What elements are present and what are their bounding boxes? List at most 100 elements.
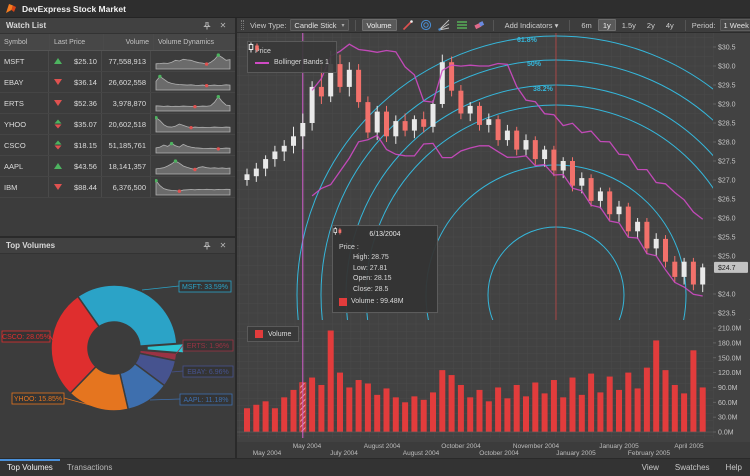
legend-bollinger-label: Bollinger Bands 1 [274,59,329,66]
last-price-cell: $18.15 [49,135,102,155]
range-button-1.5y[interactable]: 1.5y [617,19,641,31]
current-price-label: $24.7 [718,265,736,272]
price-tick-label: $25.0 [718,254,736,261]
table-row[interactable]: YHOO$35.0720,602,518 [0,114,235,135]
top-volumes-chart: MSFT: 33.59%ERTS: 1.96%EBAY: 6.96%AAPL: … [0,254,235,458]
tooltip-low: Low: 27.81 [339,264,431,275]
symbol-cell: IBM [0,177,49,197]
volume-chart-pane[interactable]: 210.0M180.0M150.0M120.0M90.0M60.0M30.0M0… [237,320,750,442]
tooltip-open: Open: 28.15 [339,274,431,285]
pie-slice-MSFT[interactable] [78,285,177,346]
watch-list-column-headers: Symbol Last Price Volume Volume Dynamics [0,34,235,51]
time-axis-label: January 2005 [556,450,595,457]
trend-line-tool-icon[interactable] [401,19,415,31]
add-indicators-button[interactable]: Add Indicators ▾ [500,19,564,31]
top-volumes-panel: Top Volumes ✕ MSFT: 33.59%ERTS: 1.96%EBA… [0,238,235,458]
bollinger-legend-swatch [255,62,269,64]
last-price-value: $18.15 [74,141,97,150]
price-tick-label: $27.5 [718,159,736,166]
title-bar: DevExpress Stock Market [0,0,750,18]
period-select[interactable]: 1 Week ▾ [720,19,750,31]
left-column: Watch List ✕ Symbol Last Price Volume Vo… [0,18,237,458]
volume-swatch [339,298,347,306]
status-link-swatches[interactable]: Swatches [667,463,718,472]
sparkline [155,52,231,70]
watch-list-header: Watch List ✕ [0,18,235,34]
column-header-last-price[interactable]: Last Price [50,34,104,50]
volume-swatch [255,330,263,338]
up-trend-icon [53,161,63,171]
fibonacci-fan-tool-icon[interactable] [437,19,451,31]
pie-callout-label: EBAY: 6.96% [187,369,229,376]
range-button-2y[interactable]: 2y [642,19,660,31]
time-axis-label: August 2004 [403,450,440,457]
last-price-value: $25.10 [74,57,97,66]
volume-cell: 6,376,500 [102,177,151,197]
last-price-cell: $52.36 [49,93,102,113]
last-price-value: $88.44 [74,183,97,192]
symbol-cell: AAPL [0,156,49,176]
status-link-help[interactable]: Help [718,463,750,472]
price-chart-svg[interactable]: 61.8%50%38.2%$30.5$30.0$29.5$29.0$28.5$2… [237,33,749,320]
last-price-cell: $25.10 [49,51,102,71]
eraser-tool-icon[interactable] [473,19,487,31]
column-header-symbol[interactable]: Symbol [0,34,50,50]
tab-top-volumes[interactable]: Top Volumes [0,459,60,476]
watch-list-rows: MSFT$25.1077,558,913EBAY$36.1426,602,558… [0,51,235,198]
price-tick-label: $29.0 [718,102,736,109]
table-row[interactable]: EBAY$36.1426,602,558 [0,72,235,93]
table-row[interactable]: ERTS$52.363,978,870 [0,93,235,114]
volume-cell: 51,185,761 [102,135,151,155]
top-volumes-title: Top Volumes [6,241,55,250]
table-row[interactable]: MSFT$25.1077,558,913 [0,51,235,72]
range-button-1y[interactable]: 1y [598,19,616,31]
column-header-volume-dynamics[interactable]: Volume Dynamics [154,34,235,50]
range-button-4y[interactable]: 4y [661,19,679,31]
volume-chart-svg[interactable]: 210.0M180.0M150.0M120.0M90.0M60.0M30.0M0… [237,320,749,442]
pie-callout-label: MSFT: 33.59% [182,284,228,291]
range-buttons: 6m1y1.5y2y4y [576,19,678,31]
chart-column: View Type: Candle Stick ▾ Volume [237,18,750,458]
volume-tick-label: 150.0M [718,355,742,362]
tooltip-volume: Volume : 99.48M [351,297,404,308]
price-chart-pane[interactable]: 61.8%50%38.2%$30.5$30.0$29.5$29.0$28.5$2… [237,33,750,320]
down-trend-icon [53,77,63,87]
view-type-select[interactable]: Candle Stick ▾ [290,19,348,31]
volume-toggle-button[interactable]: Volume [362,19,397,31]
status-link-view[interactable]: View [634,463,667,472]
volume-tick-label: 0.0M [718,430,734,437]
fibonacci-retracement-tool-icon[interactable] [455,19,469,31]
ellipse-tool-icon[interactable] [419,19,433,31]
close-icon[interactable]: ✕ [217,240,229,252]
volume-dynamics-cell [151,114,235,134]
mixed-trend-icon [53,140,63,150]
pin-icon[interactable] [201,20,213,32]
range-button-6m[interactable]: 6m [576,19,596,31]
volume-cell: 26,602,558 [102,72,151,92]
symbol-cell: ERTS [0,93,49,113]
toolbar-grip[interactable] [241,20,244,30]
volume-cell: 20,602,518 [102,114,151,134]
time-axis-label: May 2004 [293,443,322,450]
down-trend-icon [53,182,63,192]
pie-callout-label: AAPL: 11.18% [183,397,228,404]
donut-chart[interactable]: MSFT: 33.59%ERTS: 1.96%EBAY: 6.96%AAPL: … [0,254,237,456]
time-axis-label: February 2005 [628,450,670,457]
table-row[interactable]: CSCO$18.1551,185,761 [0,135,235,156]
sparkline [155,73,231,91]
sparkline [155,94,231,112]
view-type-label: View Type: [250,21,286,30]
last-price-cell: $88.44 [49,177,102,197]
table-row[interactable]: AAPL$43.5618,141,357 [0,156,235,177]
pin-icon[interactable] [201,240,213,252]
table-row[interactable]: IBM $88.44 6,376,500 [0,177,235,198]
last-price-value: $35.07 [74,120,97,129]
close-icon[interactable]: ✕ [217,20,229,32]
price-tick-label: $27.0 [718,178,736,185]
tab-transactions[interactable]: Transactions [60,459,120,476]
price-tick-label: $25.5 [718,235,736,242]
volume-dynamics-cell [151,51,235,71]
column-header-volume[interactable]: Volume [104,34,154,50]
period-label: Period: [692,21,716,30]
time-axis-label: May 2004 [253,450,282,457]
